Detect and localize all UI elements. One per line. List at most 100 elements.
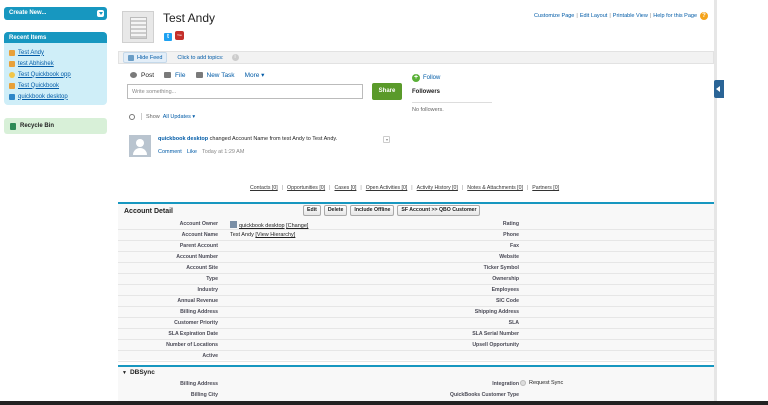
include-offline-button[interactable]: Include Offline (350, 205, 395, 216)
separator: | (609, 13, 611, 19)
edit-button[interactable]: Edit (303, 205, 321, 216)
comment-link[interactable]: Comment (158, 149, 182, 155)
separator: | (576, 13, 578, 19)
detail-row: Account Name Phone Test Andy [View Hierarc… (118, 230, 714, 241)
recent-item-link[interactable]: Test Quickbook opp (18, 72, 71, 78)
feed-item-menu-icon[interactable] (383, 136, 390, 143)
recycle-bin-link[interactable]: Recycle Bin (4, 118, 107, 134)
tab-file[interactable]: File (164, 72, 186, 79)
radio-icon[interactable] (520, 380, 526, 386)
field-label: SLA Serial Number (472, 331, 519, 337)
recent-item-link[interactable]: quickbook desktop (18, 94, 68, 100)
user-icon (9, 93, 15, 100)
page-links: Customize Page | Edit Layout | Printable… (534, 12, 708, 20)
field-label: Billing City (190, 392, 218, 398)
building-icon (130, 17, 147, 39)
help-link[interactable]: Help for this Page (653, 13, 697, 19)
owner-link[interactable]: quickbook desktop (239, 223, 285, 229)
info-icon[interactable]: i (231, 54, 239, 61)
divider (412, 102, 492, 103)
related-link-notes[interactable]: Notes & Attachments [0] (467, 185, 523, 191)
recent-item[interactable]: Test Quickbook opp (9, 70, 71, 79)
like-link[interactable]: Like (187, 149, 197, 155)
detail-row: Account Number Website (118, 252, 714, 263)
share-button[interactable]: Share (372, 83, 402, 100)
more-menu[interactable]: More (245, 71, 265, 79)
detail-row: SLA Expiration Date SLA Serial Number (118, 329, 714, 340)
related-link-cases[interactable]: Cases [0] (334, 185, 356, 191)
opportunity-icon (9, 71, 15, 78)
delete-button[interactable]: Delete (323, 205, 348, 216)
follow-button[interactable]: + Follow (412, 74, 440, 82)
feed-filter: Show All Updates (129, 113, 195, 120)
related-link-contacts[interactable]: Contacts [0] (250, 185, 278, 191)
detail-buttons: Edit Delete Include Offline SF Account >… (303, 205, 483, 216)
detail-row: Account Owner Rating quickbook desktop [Ch… (118, 219, 714, 230)
customize-page-link[interactable]: Customize Page (534, 13, 574, 19)
field-label: Active (202, 353, 218, 359)
tab-new-task-label: New Task (206, 71, 235, 79)
request-sync[interactable]: Request Sync (520, 380, 563, 386)
recent-items-title: Recent Items (4, 32, 107, 43)
filter-dropdown[interactable]: All Updates (163, 114, 195, 120)
post-input[interactable]: Write something... (127, 84, 363, 99)
field-label: QuickBooks Customer Type (449, 392, 519, 398)
sf-to-qbo-button[interactable]: SF Account >> QBO Customer (397, 205, 481, 216)
edit-layout-link[interactable]: Edit Layout (580, 13, 608, 19)
publisher-tabs: Post File New Task More (130, 71, 264, 79)
feed-icon (128, 54, 134, 61)
feed-bar: Hide Feed Click to add topics: i (118, 51, 714, 64)
recent-item[interactable]: test Abhishek (9, 59, 54, 68)
dbsync-title[interactable]: DBSync (122, 369, 155, 376)
trash-icon (10, 122, 16, 130)
user-icon (230, 221, 237, 228)
request-sync-label: Request Sync (529, 380, 564, 386)
printable-view-link[interactable]: Printable View (613, 13, 648, 19)
taskbar (0, 401, 768, 405)
twitter-icon[interactable]: t (164, 33, 172, 41)
recent-item[interactable]: Test Quickbook (9, 81, 59, 90)
user-avatar-icon[interactable] (129, 135, 151, 157)
youtube-icon[interactable]: You Tube (175, 31, 184, 46)
plus-icon: + (412, 74, 420, 82)
related-link-open-activities[interactable]: Open Activities [0] (366, 185, 408, 191)
recent-item-link[interactable]: test Abhishek (18, 61, 54, 67)
field-label: Rating (502, 221, 519, 227)
account-icon (9, 82, 15, 89)
tab-post[interactable]: Post (130, 72, 154, 79)
field-label: Industry (197, 287, 218, 293)
tab-new-task[interactable]: New Task (195, 71, 235, 79)
feed-author-link[interactable]: quickbook desktop (158, 136, 208, 142)
help-icon[interactable]: ? (700, 12, 708, 20)
create-new-label: Create New... (9, 10, 47, 16)
field-label: Customer Priority (174, 320, 218, 326)
separator: | (281, 185, 284, 191)
chevron-down-icon (97, 10, 104, 17)
no-followers-text: No followers. (412, 107, 444, 113)
related-link-activity-history[interactable]: Activity History [0] (417, 185, 458, 191)
follow-label: Follow (423, 75, 441, 81)
feed-item-text: quickbook desktop changed Account Name f… (158, 136, 337, 142)
collapse-sidebar-icon[interactable] (714, 80, 724, 98)
search-icon[interactable] (129, 113, 135, 120)
hide-feed-label: Hide Feed (137, 54, 163, 61)
post-icon (130, 72, 137, 78)
recent-item[interactable]: quickbook desktop (9, 92, 68, 101)
field-label: Annual Revenue (177, 298, 218, 304)
recent-item[interactable]: Test Andy (9, 48, 44, 57)
create-new-button[interactable]: Create New... (4, 7, 107, 20)
account-avatar (122, 11, 154, 43)
change-owner-link[interactable]: [Change] (286, 223, 308, 229)
related-link-opportunities[interactable]: Opportunities [0] (287, 185, 325, 191)
right-panel-border (714, 0, 717, 405)
recent-item-link[interactable]: Test Andy (18, 50, 44, 56)
add-topics-link[interactable]: Click to add topics: (177, 55, 223, 61)
related-link-partners[interactable]: Partners [0] (532, 185, 559, 191)
field-label: Billing Address (180, 309, 218, 315)
separator: | (329, 185, 331, 191)
view-hierarchy-link[interactable]: [View Hierarchy] (255, 232, 295, 238)
hide-feed-button[interactable]: Hide Feed (123, 52, 168, 63)
recent-item-link[interactable]: Test Quickbook (18, 83, 59, 89)
page-title: Test Andy (163, 11, 216, 25)
detail-row: Parent Account Fax (118, 241, 714, 252)
